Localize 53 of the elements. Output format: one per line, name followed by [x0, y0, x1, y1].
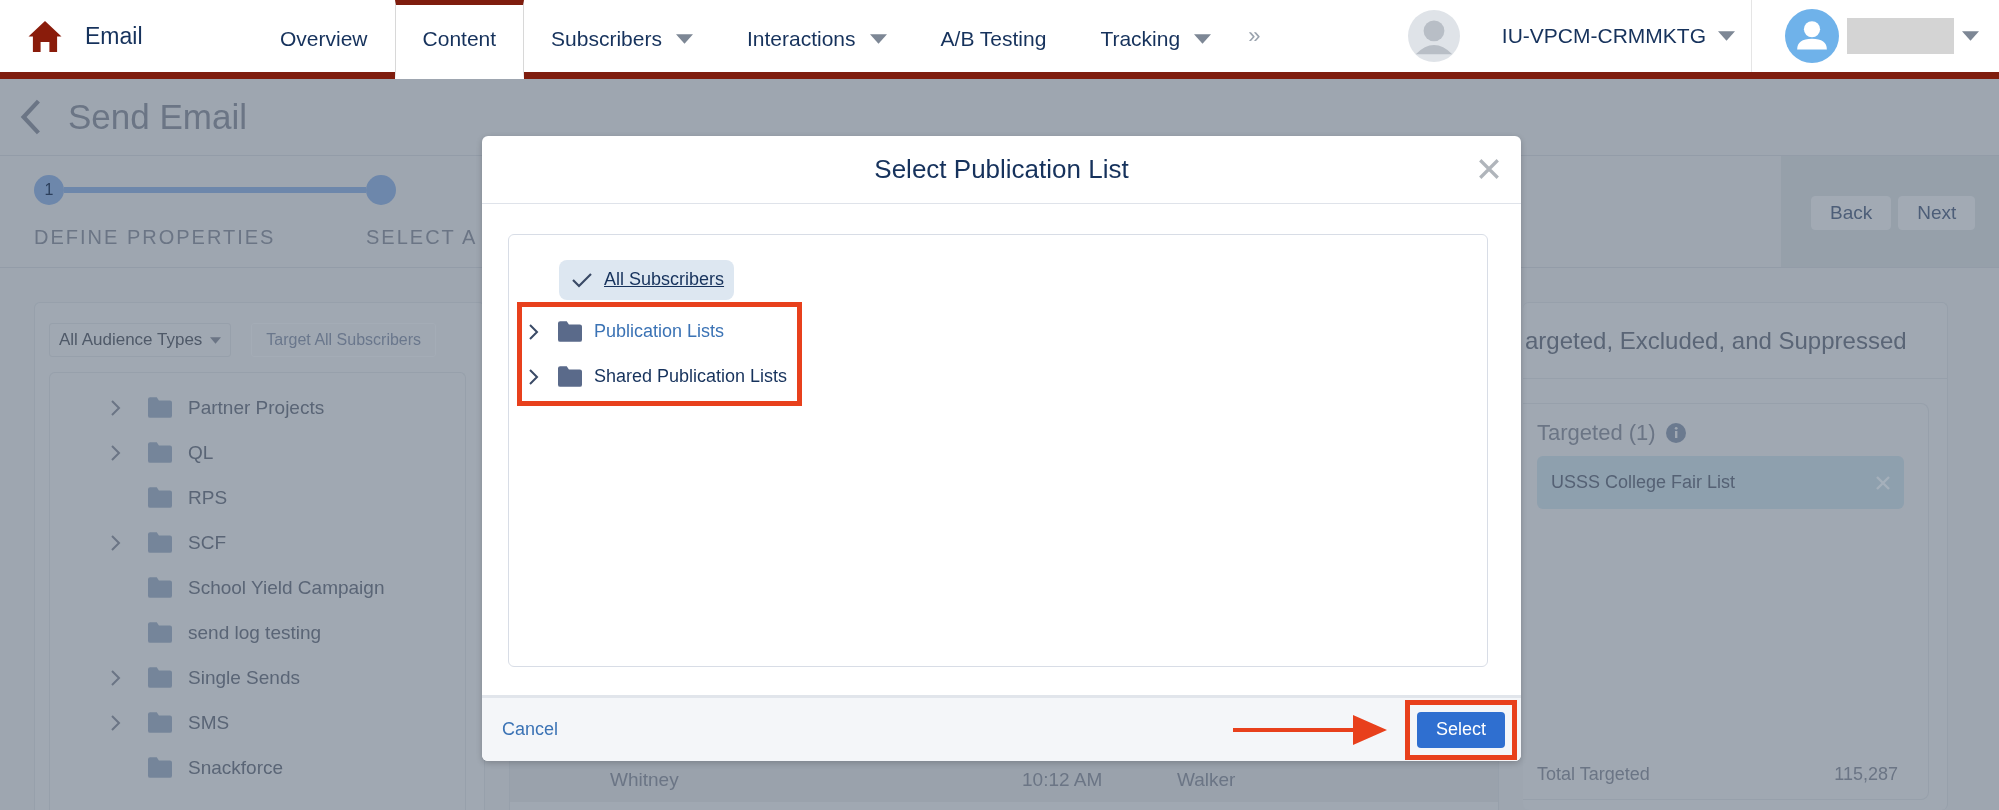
folder-icon — [148, 532, 172, 553]
chevron-right-icon[interactable] — [528, 368, 539, 385]
folder-icon — [148, 622, 172, 643]
cancel-link[interactable]: Cancel — [502, 719, 559, 740]
nav-tab[interactable]: Content — [394, 0, 525, 79]
back-icon[interactable] — [20, 99, 42, 135]
folder-icon — [148, 712, 172, 733]
folder-icon — [148, 442, 172, 463]
nav-button[interactable]: Next — [1898, 196, 1976, 230]
select-button[interactable]: Select — [1417, 711, 1505, 748]
folder-item[interactable]: School Yield Campaign — [188, 576, 385, 599]
folder-item[interactable]: Snackforce — [188, 756, 284, 779]
check-icon — [572, 271, 592, 288]
overflow-menu[interactable]: » — [1238, 0, 1271, 79]
caret-down-icon — [210, 336, 222, 344]
app-title: Email — [85, 22, 143, 50]
caret-down-icon — [1962, 31, 1979, 41]
panel-title: argeted, Excluded, and Suppressed — [1523, 303, 1947, 379]
folder-item[interactable]: QL — [188, 441, 214, 464]
folder-icon — [148, 667, 172, 688]
tree-item[interactable]: Shared Publication Lists — [594, 366, 788, 387]
close-icon[interactable] — [1479, 159, 1499, 179]
folder-item[interactable]: send log testing — [188, 621, 322, 644]
nav-tab[interactable]: Overview — [253, 0, 395, 79]
nav-tab[interactable]: Subscribers — [524, 0, 720, 79]
folder-item[interactable]: Partner Projects — [188, 396, 325, 419]
user-avatar-icon — [1785, 9, 1839, 63]
folder-icon — [148, 397, 172, 418]
folder-icon — [558, 321, 582, 342]
folder-icon — [558, 366, 582, 387]
folder-icon — [148, 487, 172, 508]
modal-title: Select Publication List — [874, 154, 1129, 185]
folder-item[interactable]: SCF — [188, 531, 226, 554]
step-marker: 1 — [34, 175, 64, 205]
nav-tab[interactable]: Interactions — [720, 0, 914, 79]
nav-tab[interactable]: Tracking — [1073, 0, 1239, 79]
nav-button[interactable]: Back — [1811, 196, 1892, 230]
audience-type-dropdown[interactable]: All Audience Types — [49, 323, 232, 357]
account-menu[interactable]: IU-VPCM-CRMMKTG — [1501, 24, 1735, 48]
info-icon — [1665, 423, 1686, 443]
folder-item[interactable]: SMS — [188, 711, 230, 734]
home-icon[interactable] — [27, 19, 63, 53]
targeted-list-chip: USSS College Fair List — [1537, 456, 1904, 509]
folder-item[interactable]: RPS — [188, 486, 228, 509]
avatar-icon — [1407, 10, 1460, 62]
folder-item[interactable]: Single Sends — [188, 666, 300, 689]
tree-item[interactable]: All Subscribers — [559, 259, 735, 300]
folder-icon — [148, 757, 172, 778]
folder-icon — [148, 577, 172, 598]
step-marker — [366, 175, 396, 205]
chevron-right-icon[interactable] — [528, 323, 539, 340]
nav-tab[interactable]: A/B Testing — [913, 0, 1074, 79]
tree-item[interactable]: Publication Lists — [594, 321, 725, 342]
